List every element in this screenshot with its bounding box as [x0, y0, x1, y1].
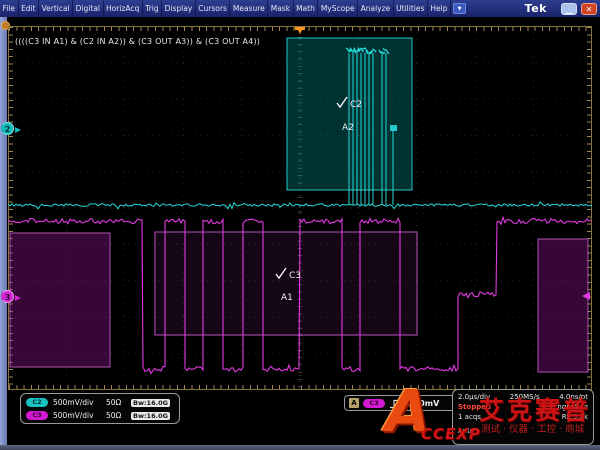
minimize-icon: ▁ [566, 5, 572, 14]
menu-item-help[interactable]: Help [428, 0, 451, 17]
channel-badge: C2 [26, 398, 48, 407]
minimize-button[interactable]: ▁ [561, 3, 577, 15]
menu-item-cursors[interactable]: Cursors [196, 0, 231, 17]
channel-readout-row[interactable]: C3 500mV/div 50Ω Bw:16.0G [26, 409, 174, 422]
menu-list: FileEditVerticalDigitalHorizAcqTrigDispl… [0, 0, 451, 17]
menu-item-measure[interactable]: Measure [230, 0, 268, 17]
channel-3-position-marker[interactable]: 3 [1, 290, 14, 303]
menu-more-button[interactable]: ▼ [453, 3, 466, 14]
acquisition-mode: Single Seq [551, 402, 588, 412]
channel-bandwidth: Bw:16.0G [131, 412, 170, 420]
trigger-readout-box[interactable]: A C3 30.0mV [344, 395, 466, 411]
chevron-down-icon: ▼ [458, 6, 462, 12]
channel-scale: 500mV/div [53, 398, 101, 407]
menu-item-trig[interactable]: Trig [143, 0, 162, 17]
svg-text:C3: C3 [289, 271, 301, 281]
svg-text:A1: A1 [281, 293, 293, 303]
channel-bandwidth: Bw:16.0G [131, 399, 170, 407]
menu-item-math[interactable]: Math [294, 0, 319, 17]
channel-readout-rows: C2 500mV/div 50Ω Bw:16.0G C3 500mV/div 50Ω Bw:1… [26, 396, 174, 422]
trigger-level-readout: 30.0mV [405, 399, 439, 408]
menu-item-utilities[interactable]: Utilities [394, 0, 428, 17]
close-icon: ✕ [586, 5, 593, 14]
acquisition-count: 1 acqs [458, 412, 481, 422]
menu-item-mask[interactable]: Mask [268, 0, 293, 17]
menu-item-vertical[interactable]: Vertical [39, 0, 73, 17]
svg-text:C2: C2 [350, 100, 362, 110]
channel-readout-row[interactable]: C2 500mV/div 50Ω Bw:16.0G [26, 396, 174, 409]
record-length: RL:5.0k [562, 412, 588, 422]
sample-rate: 250MS/s [510, 392, 540, 402]
svg-text:A2: A2 [342, 123, 354, 133]
rising-edge-icon [389, 398, 401, 409]
waveform-plot[interactable]: C2 A2 C3 A1 [8, 26, 592, 390]
channel-termination: 50Ω [106, 411, 126, 420]
menu-item-analyze[interactable]: Analyze [358, 0, 394, 17]
menu-item-edit[interactable]: Edit [19, 0, 40, 17]
menu-bar: FileEditVerticalDigitalHorizAcqTrigDispl… [0, 0, 600, 17]
accexp-logo: A [385, 381, 430, 441]
math-expression-label: ((((C3 IN A1) & (C2 IN A2)) & (C3 OUT A3… [15, 37, 260, 46]
oscilloscope-window: FileEditVerticalDigitalHorizAcqTrigDispl… [0, 0, 600, 450]
menu-item-myscope[interactable]: MyScope [318, 0, 358, 17]
bottom-border [0, 445, 600, 450]
channel-readout-box[interactable]: C2 500mV/div 50Ω Bw:16.0G C3 500mV/div 50Ω Bw:1… [20, 393, 180, 424]
channel-scale: 500mV/div [53, 411, 101, 420]
sample-resolution: 4.0ns/pt [559, 392, 588, 402]
menu-item-digital[interactable]: Digital [73, 0, 103, 17]
trigger-a-icon: A [349, 398, 359, 408]
close-button[interactable]: ✕ [581, 3, 597, 15]
menu-item-display[interactable]: Display [162, 0, 196, 17]
trigger-source-badge: C3 [363, 399, 385, 408]
channel-badge: C3 [26, 411, 48, 420]
menu-item-horizacq[interactable]: HorizAcq [104, 0, 143, 17]
horizontal-readout-box[interactable]: 2.0μs/div 250MS/s 4.0ns/pt Stopped Singl… [452, 389, 594, 445]
channel-termination: 50Ω [106, 398, 126, 407]
trigger-mode: Auto [458, 426, 474, 436]
scope-stage: C2A2C3A1 ((((C3 IN A1) & (C2 IN A2)) & (… [0, 17, 600, 450]
menu-item-file[interactable]: File [0, 0, 19, 17]
timebase-scale: 2.0μs/div [458, 392, 490, 402]
left-border [0, 17, 7, 445]
acquisition-status: Stopped [458, 402, 491, 412]
tek-logo: Tek [525, 2, 547, 15]
channel-2-position-marker[interactable]: 2 [1, 122, 14, 135]
waveform-display[interactable]: C2 A2 C3 A1 ((((C3 IN A1) & (C2 IN A2)) & (… [8, 26, 592, 390]
